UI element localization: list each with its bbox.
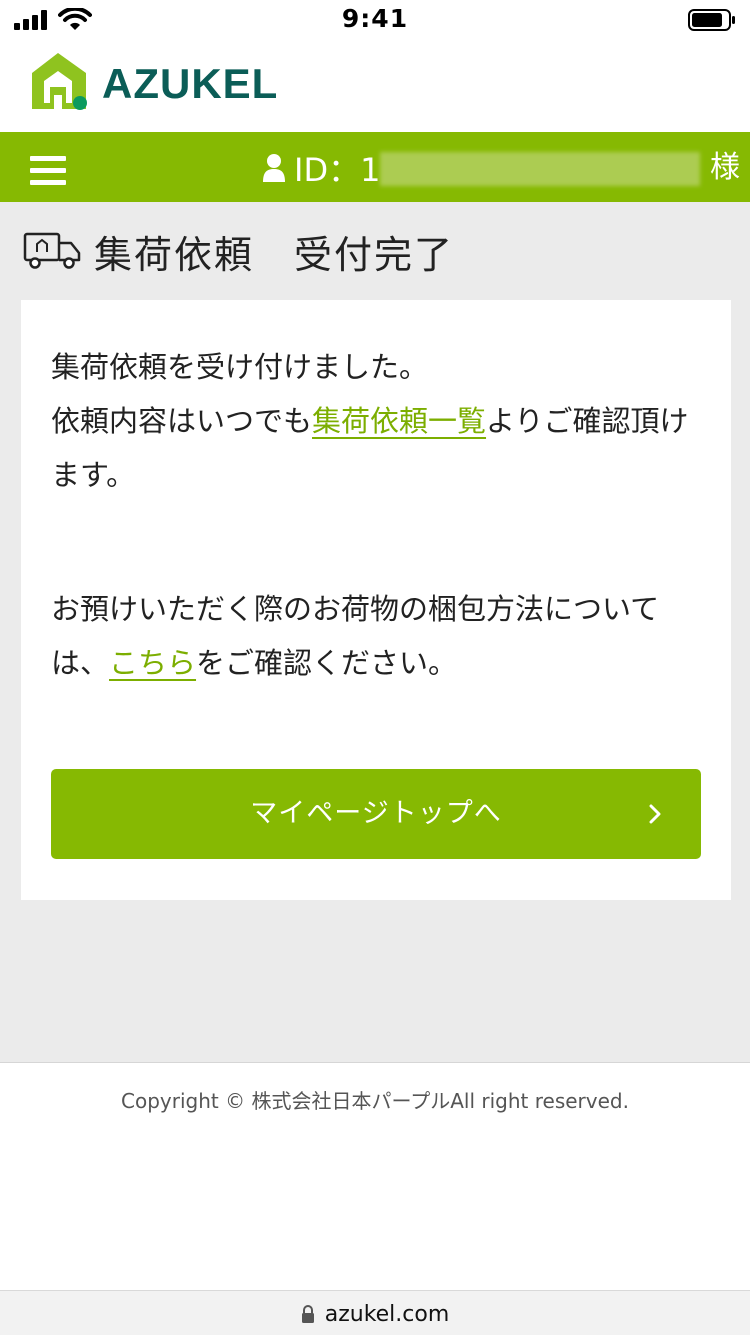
hamburger-menu-icon[interactable] [30, 156, 66, 186]
status-clock: 9:41 [341, 4, 409, 33]
message-text: 依頼内容はいつでも [51, 404, 313, 438]
url-text: azukel.com [324, 1301, 450, 1327]
message-packing-info: お預けいただく際のお荷物の梱包方法については、こちらをご確認ください。 [51, 582, 711, 690]
user-id-display: ID：1 [262, 146, 380, 190]
main-content: 集荷依頼 受付完了 集荷依頼を受け付けました。 依頼内容はいつでも集荷依頼一覧よ… [0, 202, 750, 1062]
user-id-label: ID：1 [294, 151, 381, 189]
status-bar: 9:41 [0, 0, 750, 40]
url-display: azukel.com [0, 1299, 750, 1329]
copyright-text: Copyright © 株式会社日本パープルAll right reserved… [121, 1089, 629, 1113]
honorific-label: 様 [710, 150, 740, 185]
lock-icon [301, 1305, 314, 1323]
completion-card: 集荷依頼を受け付けました。 依頼内容はいつでも集荷依頼一覧よりご確認頂けます。 … [21, 300, 731, 900]
azukel-logo-icon[interactable] [30, 51, 90, 113]
packing-method-link[interactable]: こちら [109, 646, 196, 680]
message-line-1: 集荷依頼を受け付けました。 [51, 350, 429, 384]
user-id-redaction [380, 152, 700, 186]
logo-header: AZUKEL [0, 40, 750, 132]
page-title: 集荷依頼 受付完了 [94, 232, 455, 277]
battery-icon [688, 9, 735, 31]
brand-name[interactable]: AZUKEL [102, 60, 278, 108]
footer: Copyright © 株式会社日本パープルAll right reserved… [0, 1062, 750, 1291]
mypage-top-button[interactable]: マイページトップへ [51, 769, 701, 859]
message-text: をご確認ください。 [196, 646, 458, 680]
completion-message: 集荷依頼を受け付けました。 依頼内容はいつでも集荷依頼一覧よりご確認頂けます。 … [51, 340, 711, 690]
truck-icon [23, 232, 81, 269]
chevron-right-icon [649, 804, 661, 824]
browser-url-bar[interactable]: azukel.com [0, 1290, 750, 1335]
message-line-2: 依頼内容はいつでも集荷依頼一覧よりご確認頂けます。 [51, 394, 711, 502]
user-icon [263, 154, 285, 182]
pickup-request-list-link[interactable]: 集荷依頼一覧 [312, 404, 486, 438]
page-title-row: 集荷依頼 受付完了 [22, 226, 455, 277]
mypage-top-button-label: マイページトップへ [250, 798, 502, 829]
